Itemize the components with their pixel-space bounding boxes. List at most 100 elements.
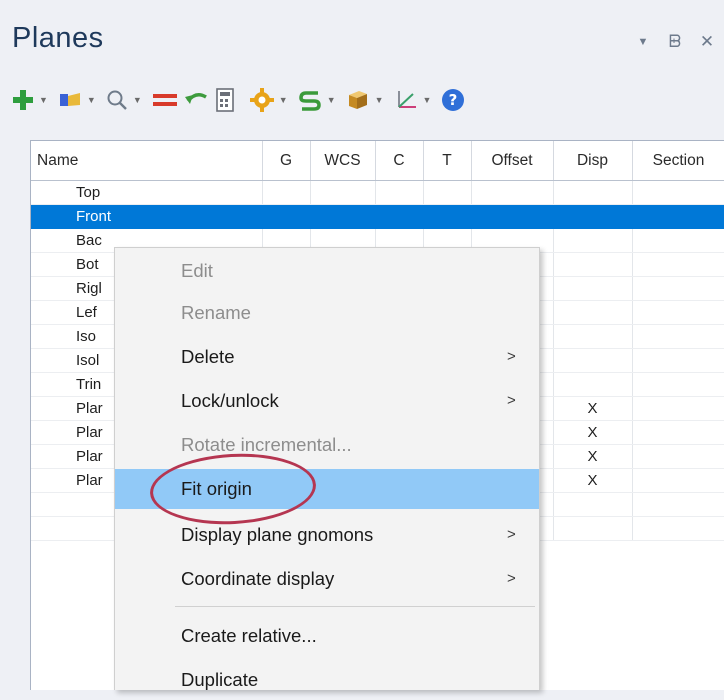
- cell-disp: X: [553, 468, 633, 493]
- gnomon-button[interactable]: ▼: [394, 88, 436, 112]
- help-icon: ?: [442, 89, 465, 111]
- equal-button[interactable]: [152, 90, 178, 110]
- search-icon: [107, 90, 127, 110]
- table-header-row: Name G WCS C T Offset Disp Section: [31, 141, 724, 181]
- column-header-name[interactable]: Name: [31, 141, 263, 181]
- column-header-offset[interactable]: Offset: [471, 141, 554, 181]
- menu-item-rotate-incremental[interactable]: Rotate incremental...: [115, 425, 539, 465]
- panel-title: Planes: [12, 22, 104, 54]
- cell-disp: [553, 228, 633, 253]
- menu-item-label: Duplicate: [181, 669, 259, 690]
- svg-text:?: ?: [449, 91, 458, 109]
- cell-empty: [632, 468, 724, 493]
- column-header-c[interactable]: C: [375, 141, 424, 181]
- search-button[interactable]: ▼: [106, 89, 146, 111]
- undo-button[interactable]: [184, 89, 208, 111]
- cell-disp: [553, 492, 633, 517]
- cell-disp: X: [553, 396, 633, 421]
- cell-empty: [632, 348, 724, 373]
- menu-item-delete[interactable]: Delete >: [115, 337, 539, 377]
- menu-item-label: Rename: [181, 302, 251, 323]
- cell-empty: [310, 180, 376, 205]
- cell-empty: [423, 180, 472, 205]
- cell-empty: [262, 204, 311, 229]
- add-plane-button[interactable]: ▼: [12, 89, 52, 111]
- calculator-button[interactable]: [214, 88, 236, 112]
- cell-disp: [553, 300, 633, 325]
- cell-empty: [632, 252, 724, 277]
- add-icon: [13, 90, 33, 110]
- menu-item-label: Lock/unlock: [181, 390, 279, 411]
- chevron-down-icon[interactable]: ▼: [375, 95, 384, 105]
- column-header-wcs[interactable]: WCS: [310, 141, 376, 181]
- cell-disp: [553, 372, 633, 397]
- menu-item-label: Rotate incremental...: [181, 434, 352, 455]
- cell-empty: [375, 204, 424, 229]
- submenu-arrow-icon: >: [507, 348, 516, 365]
- chevron-down-icon[interactable]: ▼: [39, 95, 48, 105]
- calculator-icon: [215, 88, 234, 112]
- column-header-t[interactable]: T: [423, 141, 472, 181]
- rotate-s-icon: [298, 91, 321, 111]
- cell-empty: [632, 180, 724, 205]
- cell-name: Front: [31, 204, 263, 229]
- chevron-down-icon[interactable]: ▼: [279, 95, 288, 105]
- table-row[interactable]: Front: [31, 204, 724, 229]
- planes-folder-button[interactable]: ▼: [58, 90, 100, 110]
- pin-icon[interactable]: ᗸ: [666, 32, 684, 52]
- cell-empty: [632, 516, 724, 541]
- menu-item-duplicate[interactable]: Duplicate: [115, 660, 539, 700]
- cell-empty: [375, 180, 424, 205]
- submenu-arrow-icon: >: [507, 392, 516, 409]
- menu-item-label: Coordinate display: [181, 568, 335, 589]
- box-button[interactable]: ▼: [346, 88, 388, 112]
- panel-dropdown-icon[interactable]: ▼: [634, 32, 652, 52]
- chevron-down-icon[interactable]: ▼: [133, 95, 142, 105]
- menu-item-coordinate-display[interactable]: Coordinate display >: [115, 559, 539, 599]
- cell-empty: [632, 444, 724, 469]
- menu-item-display-plane-gnomons[interactable]: Display plane gnomons >: [115, 515, 539, 555]
- equal-icon: [152, 94, 177, 106]
- cell-disp: [553, 276, 633, 301]
- cell-empty: [632, 324, 724, 349]
- cell-empty: [471, 204, 554, 229]
- menu-item-rename[interactable]: Rename: [115, 293, 539, 333]
- submenu-arrow-icon: >: [507, 526, 516, 543]
- menu-separator: [175, 606, 535, 607]
- cell-disp: [553, 180, 633, 205]
- chevron-down-icon[interactable]: ▼: [327, 95, 336, 105]
- table-row[interactable]: Top: [31, 180, 724, 205]
- cell-disp: [553, 324, 633, 349]
- cell-empty: [632, 228, 724, 253]
- submenu-arrow-icon: >: [507, 570, 516, 587]
- cell-disp: X: [553, 420, 633, 445]
- cell-disp: [553, 348, 633, 373]
- cell-disp: [553, 252, 633, 277]
- column-header-section[interactable]: Section: [632, 141, 724, 181]
- cell-empty: [310, 204, 376, 229]
- box-icon: [348, 91, 367, 109]
- cell-name: Top: [31, 180, 263, 205]
- menu-item-label: Create relative...: [181, 625, 317, 646]
- cell-empty: [471, 180, 554, 205]
- menu-item-edit[interactable]: Edit: [115, 251, 539, 291]
- rotate-button[interactable]: ▼: [298, 88, 340, 112]
- menu-item-label: Delete: [181, 346, 235, 367]
- chevron-down-icon[interactable]: ▼: [423, 95, 432, 105]
- help-button[interactable]: ?: [441, 88, 465, 112]
- close-icon[interactable]: ✕: [698, 32, 716, 52]
- chevron-down-icon[interactable]: ▼: [87, 95, 96, 105]
- cell-disp: [553, 204, 633, 229]
- column-header-g[interactable]: G: [262, 141, 311, 181]
- cell-disp: [553, 516, 633, 541]
- undo-arrow-icon: [184, 93, 207, 104]
- cell-disp: X: [553, 444, 633, 469]
- column-header-disp[interactable]: Disp: [553, 141, 633, 181]
- cell-empty: [632, 492, 724, 517]
- menu-item-lock-unlock[interactable]: Lock/unlock >: [115, 381, 539, 421]
- panel-title-controls: ▼ ᗸ ✕: [634, 32, 716, 52]
- settings-button[interactable]: ▼: [249, 88, 292, 112]
- cell-empty: [632, 372, 724, 397]
- menu-item-create-relative[interactable]: Create relative...: [115, 616, 539, 656]
- axis-gnomon-icon: [397, 91, 416, 108]
